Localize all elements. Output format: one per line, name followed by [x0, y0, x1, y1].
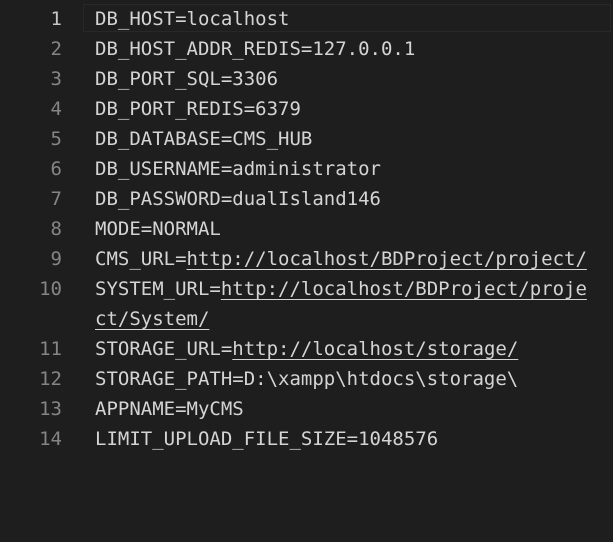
line-number: 2 — [50, 38, 62, 60]
line-text[interactable]: DB_USERNAME=administrator — [95, 154, 595, 184]
line-text[interactable]: SYSTEM_URL=http://localhost/BDProject/pr… — [95, 274, 595, 334]
url-link[interactable]: http://localhost/storage/ — [232, 338, 518, 360]
line-number: 9 — [50, 248, 62, 270]
code-line-13[interactable]: 13 APPNAME=MyCMS — [0, 394, 613, 424]
line-text[interactable]: DB_HOST=localhost — [95, 4, 595, 34]
code-editor[interactable]: 1 DB_HOST=localhost 2 DB_HOST_ADDR_REDIS… — [0, 0, 613, 542]
code-line-12[interactable]: 12 STORAGE_PATH=D:\xampp\htdocs\storage\ — [0, 364, 613, 394]
line-number: 14 — [39, 428, 62, 450]
code-line-2[interactable]: 2 DB_HOST_ADDR_REDIS=127.0.0.1 — [0, 34, 613, 64]
line-text[interactable]: DB_PORT_SQL=3306 — [95, 64, 595, 94]
line-number: 13 — [39, 398, 62, 420]
line-text[interactable]: DB_PASSWORD=dualIsland146 — [95, 184, 595, 214]
line-number: 4 — [50, 98, 62, 120]
line-text[interactable]: APPNAME=MyCMS — [95, 394, 595, 424]
line-text[interactable]: STORAGE_PATH=D:\xampp\htdocs\storage\ — [95, 364, 595, 394]
config-key: CMS_URL= — [95, 248, 187, 270]
code-line-4[interactable]: 4 DB_PORT_REDIS=6379 — [0, 94, 613, 124]
code-line-5[interactable]: 5 DB_DATABASE=CMS_HUB — [0, 124, 613, 154]
code-line-7[interactable]: 7 DB_PASSWORD=dualIsland146 — [0, 184, 613, 214]
code-line-11[interactable]: 11 STORAGE_URL=http://localhost/storage/ — [0, 334, 613, 364]
line-text[interactable]: LIMIT_UPLOAD_FILE_SIZE=1048576 — [95, 424, 595, 454]
config-key: STORAGE_URL= — [95, 338, 233, 360]
line-text[interactable]: DB_DATABASE=CMS_HUB — [95, 124, 595, 154]
url-link[interactable]: http://localhost/BDProject/project/ — [187, 248, 587, 270]
line-number: 8 — [50, 218, 62, 240]
line-text[interactable]: MODE=NORMAL — [95, 214, 595, 244]
line-text[interactable]: DB_PORT_REDIS=6379 — [95, 94, 595, 124]
line-number: 3 — [50, 68, 62, 90]
code-line-3[interactable]: 3 DB_PORT_SQL=3306 — [0, 64, 613, 94]
line-number: 10 — [39, 278, 62, 300]
line-text[interactable]: STORAGE_URL=http://localhost/storage/ — [95, 334, 595, 364]
code-line-9[interactable]: 9 CMS_URL=http://localhost/BDProject/pro… — [0, 244, 613, 274]
editor-lines: 1 DB_HOST=localhost 2 DB_HOST_ADDR_REDIS… — [0, 4, 613, 454]
line-number: 11 — [39, 338, 62, 360]
line-number: 1 — [50, 8, 62, 30]
line-number: 7 — [50, 188, 62, 210]
line-text[interactable]: CMS_URL=http://localhost/BDProject/proje… — [95, 244, 595, 274]
line-number: 6 — [50, 158, 62, 180]
code-line-10[interactable]: 10 SYSTEM_URL=http://localhost/BDProject… — [0, 274, 613, 334]
config-key: SYSTEM_URL= — [95, 278, 221, 300]
code-line-1[interactable]: 1 DB_HOST=localhost — [0, 4, 613, 34]
line-text[interactable]: DB_HOST_ADDR_REDIS=127.0.0.1 — [95, 34, 595, 64]
code-line-6[interactable]: 6 DB_USERNAME=administrator — [0, 154, 613, 184]
line-number: 5 — [50, 128, 62, 150]
code-line-14[interactable]: 14 LIMIT_UPLOAD_FILE_SIZE=1048576 — [0, 424, 613, 454]
code-line-8[interactable]: 8 MODE=NORMAL — [0, 214, 613, 244]
line-number: 12 — [39, 368, 62, 390]
